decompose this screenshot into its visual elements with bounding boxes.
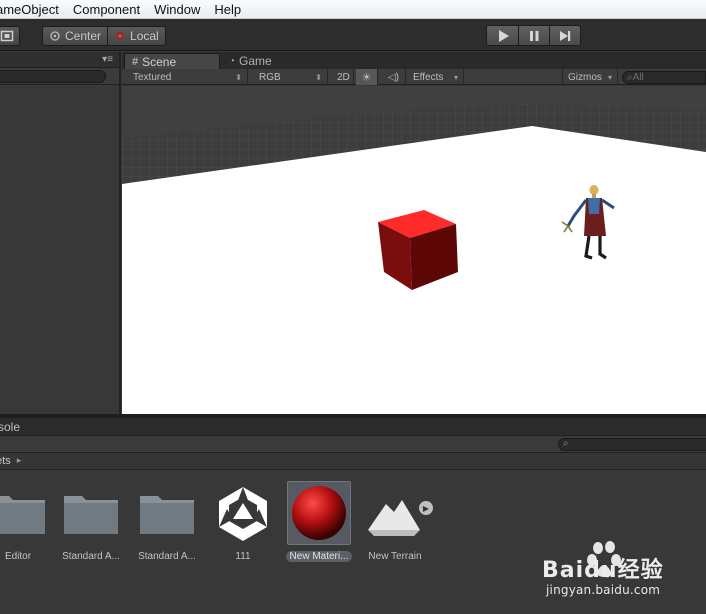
pivot-toggle-group: Center Local xyxy=(42,26,166,46)
material-sphere-icon xyxy=(287,481,351,545)
scene-search-input[interactable]: ⌕All xyxy=(622,71,706,84)
asset-label: Standard A... xyxy=(62,551,120,562)
asset-scene-111[interactable]: 111 xyxy=(205,481,281,562)
asset-label: Standard A... xyxy=(138,551,196,562)
rect-tool-button[interactable] xyxy=(0,26,20,46)
menu-window[interactable]: Window xyxy=(147,0,207,19)
watermark-brand: Baidu经验 xyxy=(542,558,664,583)
lighting-toggle[interactable]: ☀ xyxy=(356,69,378,85)
scene-tab-strip: # Scene ◔ Game xyxy=(122,52,706,69)
render-mode-value: Textured xyxy=(133,71,172,83)
hierarchy-panel: ▾≡ xyxy=(0,52,121,414)
play-icon xyxy=(498,29,509,42)
tab-console[interactable]: sole xyxy=(0,420,20,434)
unity-logo-icon xyxy=(211,481,275,545)
pacman-icon: ◔ xyxy=(229,55,236,67)
asset-label: New Terrain xyxy=(368,551,422,562)
grid-icon: # xyxy=(132,55,139,68)
gizmos-label: Gizmos xyxy=(568,71,602,83)
toggle-2d-button[interactable]: 2D xyxy=(332,69,354,85)
rect-tool-icon xyxy=(0,30,14,42)
pause-icon xyxy=(530,30,539,41)
console-tab-strip: sole xyxy=(0,418,706,436)
gizmos-dropdown[interactable]: Gizmos ▾ xyxy=(562,69,618,85)
terrain-icon: ▶ xyxy=(363,481,433,545)
audio-toggle[interactable]: ◁) xyxy=(382,69,406,85)
menu-gameobject[interactable]: ameObject xyxy=(0,0,66,19)
menu-help[interactable]: Help xyxy=(207,0,248,19)
color-mode-dropdown[interactable]: RGB ⬍ xyxy=(254,69,328,85)
folder-icon xyxy=(0,481,50,545)
scene-viewport[interactable] xyxy=(122,86,706,414)
pause-button[interactable] xyxy=(518,26,549,45)
scene-search-placeholder: All xyxy=(632,72,644,83)
local-space-icon xyxy=(115,31,126,41)
menu-component[interactable]: Component xyxy=(66,0,147,19)
playback-controls xyxy=(486,25,581,46)
dropdown-arrow-icon: ⬍ xyxy=(235,72,242,82)
pivot-local-label: Local xyxy=(130,29,159,43)
panel-menu-icon[interactable]: ▾≡ xyxy=(102,54,113,65)
hierarchy-search-bar xyxy=(0,68,119,85)
play-button[interactable] xyxy=(487,26,518,45)
breadcrumb-arrow-icon: ▸ xyxy=(16,455,22,465)
color-mode-value: RGB xyxy=(259,71,281,83)
menu-bar: ameObject Component Window Help xyxy=(0,0,706,19)
folder-icon xyxy=(135,481,199,545)
asset-standard-assets-folder[interactable]: Standard A... xyxy=(129,481,205,562)
tab-scene[interactable]: # Scene xyxy=(124,53,220,69)
watermark-url: jingyan.baidu.com xyxy=(546,583,661,597)
asset-label: New Materi... xyxy=(285,551,353,562)
project-search-input[interactable]: ⌕ xyxy=(558,438,706,451)
effects-label: Effects xyxy=(413,71,444,83)
hierarchy-search-input[interactable] xyxy=(0,70,106,83)
render-mode-dropdown[interactable]: Textured ⬍ xyxy=(128,69,248,85)
baidu-watermark: Baidu经验 xyxy=(540,538,700,608)
dropdown-arrow-icon: ▾ xyxy=(453,72,458,82)
tab-scene-label: Scene xyxy=(142,54,177,69)
folder-icon xyxy=(59,481,123,545)
tab-game[interactable]: ◔ Game xyxy=(222,53,279,69)
pivot-local-button[interactable]: Local xyxy=(107,27,165,45)
asset-label: Editor xyxy=(4,551,32,562)
dropdown-arrow-icon: ⬍ xyxy=(315,72,322,82)
breadcrumb: ets ▸ xyxy=(0,455,21,467)
scene-panel: # Scene ◔ Game Textured ⬍ RGB ⬍ 2D ☀ ◁) Ef… xyxy=(122,52,706,414)
scene-toolbar: Textured ⬍ RGB ⬍ 2D ☀ ◁) Effects ▾ Gizmos ▾ … xyxy=(122,69,706,85)
pivot-center-label: Center xyxy=(65,29,102,43)
scene-render xyxy=(122,86,706,414)
step-icon xyxy=(560,30,571,41)
pivot-center-button[interactable]: Center xyxy=(43,27,108,45)
toggle-2d-label: 2D xyxy=(337,71,350,83)
asset-label: 111 xyxy=(235,551,251,562)
project-toolbar: ⌕ xyxy=(0,436,706,453)
step-button[interactable] xyxy=(549,26,580,45)
center-pivot-icon xyxy=(50,31,60,41)
tab-game-label: Game xyxy=(239,54,272,68)
asset-editor-folder[interactable]: Editor xyxy=(0,481,56,562)
asset-new-material[interactable]: New Materi... xyxy=(281,481,357,562)
project-breadcrumb-bar: ets ▸ xyxy=(0,453,706,470)
breadcrumb-assets[interactable]: ets xyxy=(0,455,11,467)
asset-new-terrain[interactable]: ▶ New Terrain xyxy=(357,481,433,562)
asset-standard-assets-folder[interactable]: Standard A... xyxy=(53,481,129,562)
dropdown-arrow-icon: ▾ xyxy=(607,72,612,82)
sun-icon: ☀ xyxy=(361,71,372,84)
hierarchy-header: ▾≡ xyxy=(0,52,119,68)
main-toolbar: Center Local xyxy=(0,19,706,51)
expand-arrow-icon[interactable]: ▶ xyxy=(419,501,433,515)
effects-dropdown[interactable]: Effects ▾ xyxy=(408,69,464,85)
search-icon: ⌕ xyxy=(563,438,569,449)
speaker-icon: ◁) xyxy=(387,71,400,83)
